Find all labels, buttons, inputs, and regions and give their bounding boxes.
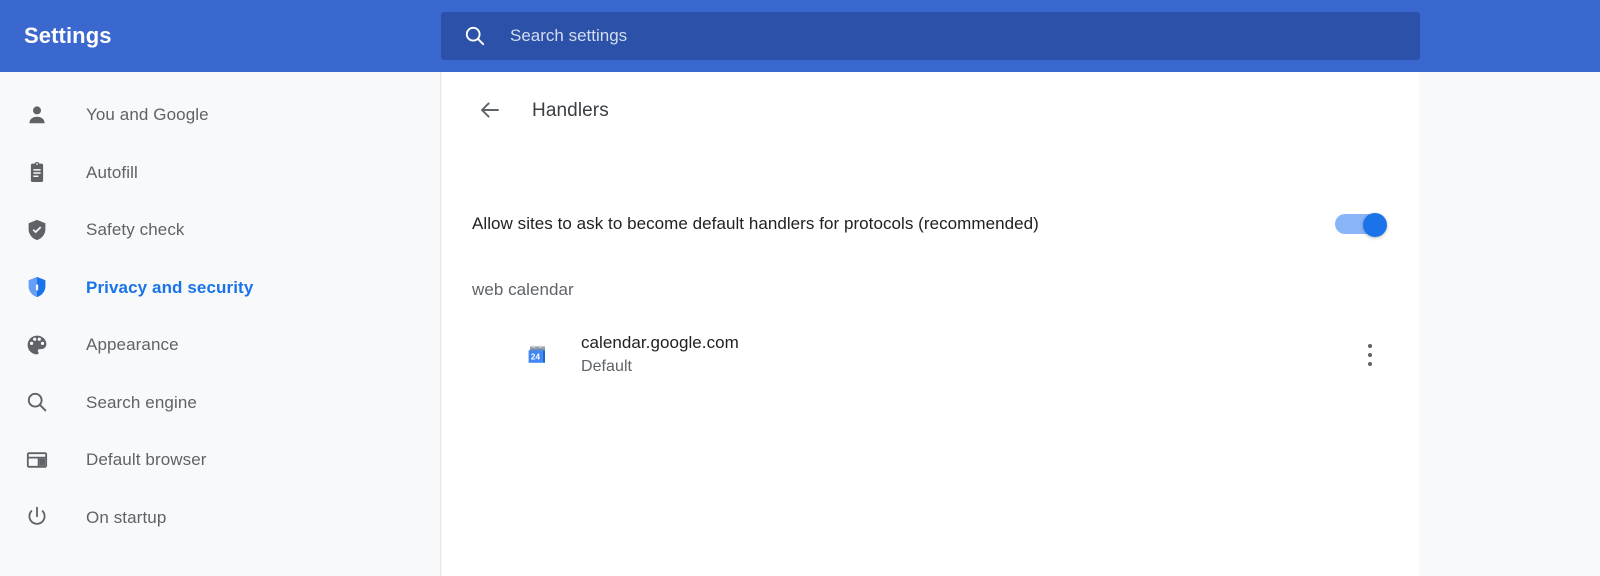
handlers-header: Handlers [442,72,1419,148]
handler-info: calendar.google.com Default [581,332,1353,378]
google-calendar-icon: 24 [524,342,550,368]
handler-status: Default [581,358,633,376]
more-vertical-icon-dot [1368,362,1372,366]
sidebar-item-label: On startup [86,507,167,527]
sidebar-item-label: Appearance [86,335,179,355]
sidebar-item-safety-check[interactable]: Safety check [0,201,440,259]
sidebar-item-default-browser[interactable]: Default browser [0,431,440,489]
search-icon [463,24,487,48]
search-settings-box[interactable] [441,12,1420,60]
svg-text:24: 24 [531,352,541,362]
sidebar-item-on-startup[interactable]: On startup [0,489,440,547]
handler-site: calendar.google.com [581,333,739,353]
palette-icon [24,332,50,358]
sidebar-item-appearance[interactable]: Appearance [0,316,440,374]
handlers-content-card: Handlers Allow sites to ask to become de… [442,72,1419,576]
browser-window-icon [24,447,50,473]
more-vertical-icon-dot [1368,353,1372,357]
settings-sidebar: You and Google Autofill Safety check Pri… [0,72,441,576]
search-input[interactable] [510,13,1420,59]
sidebar-item-search-engine[interactable]: Search engine [0,374,440,432]
clipboard-icon [24,159,50,185]
sidebar-item-label: Autofill [86,162,138,182]
sidebar-item-label: Default browser [86,450,207,470]
person-icon [24,102,50,128]
sidebar-item-label: Search engine [86,392,197,412]
back-button[interactable] [472,92,508,128]
toggle-knob [1363,213,1387,237]
sidebar-item-you-and-google[interactable]: You and Google [0,86,440,144]
shield-icon [24,274,50,300]
top-header-bar: Settings [0,0,1600,72]
more-vertical-icon-dot [1368,344,1372,348]
search-icon [24,389,50,415]
handler-more-options-button[interactable] [1353,338,1387,372]
arrow-left-icon [478,98,502,122]
handler-list-item[interactable]: 24 calendar.google.com Default [442,320,1419,390]
sidebar-item-privacy-and-security[interactable]: Privacy and security [0,259,440,317]
sidebar-item-label: You and Google [86,105,209,125]
allow-default-handlers-toggle[interactable] [1335,213,1387,237]
allow-default-handlers-row[interactable]: Allow sites to ask to become default han… [442,194,1419,254]
sidebar-item-label: Privacy and security [86,277,254,297]
page-title-settings: Settings [24,23,112,48]
page-title: Handlers [532,99,609,121]
power-icon [24,504,50,530]
settings-page: Settings You and Google [0,0,1600,576]
sidebar-item-autofill[interactable]: Autofill [0,144,440,202]
sidebar-item-label: Safety check [86,220,185,240]
allow-default-handlers-label: Allow sites to ask to become default han… [472,214,1039,233]
shield-check-icon [24,217,50,243]
protocol-group-label: web calendar [472,280,574,299]
